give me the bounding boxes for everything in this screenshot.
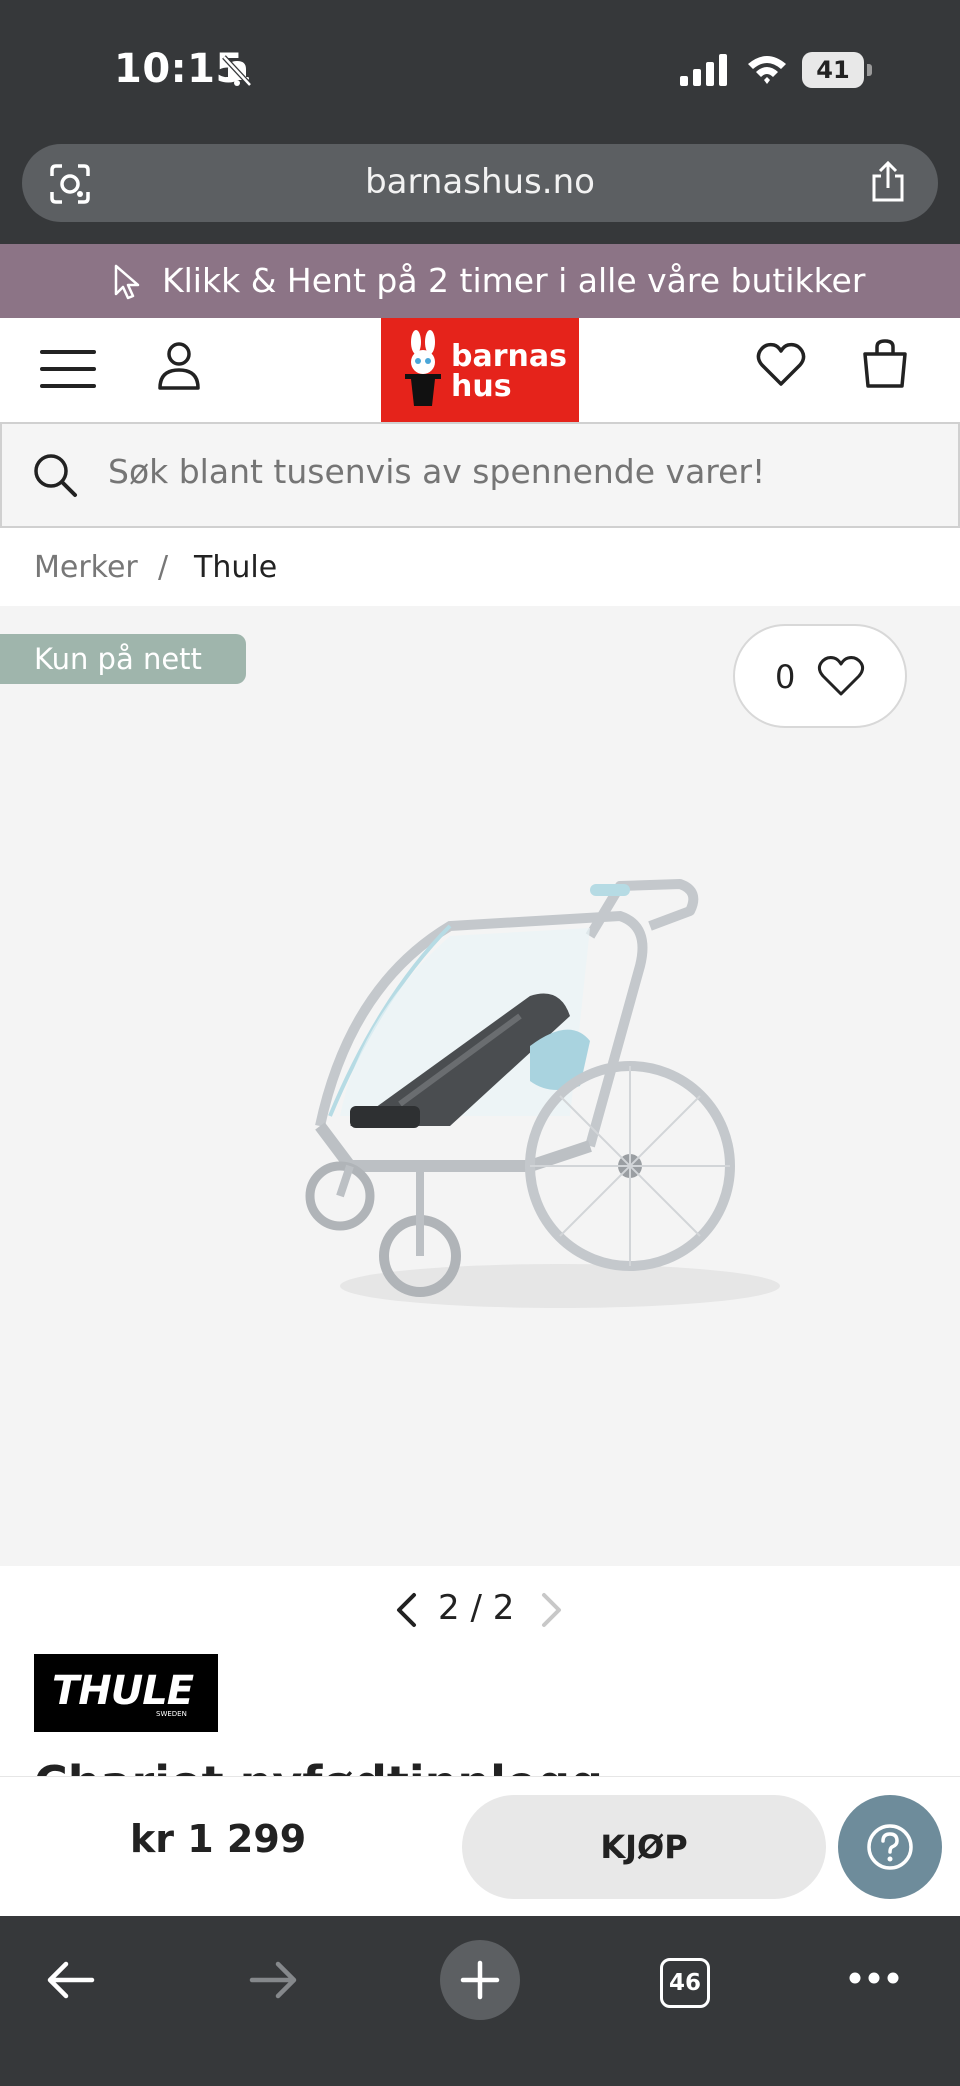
heart-icon: [817, 656, 865, 696]
cursor-icon: [114, 264, 140, 300]
online-only-badge: Kun på nett: [0, 634, 246, 684]
logo-text: barnas hus: [451, 339, 567, 404]
product-header: THULE SWEDEN Chariot nyfødtinnlegg: [0, 1654, 960, 1776]
share-icon[interactable]: [868, 160, 908, 204]
browser-chrome: 10:15 41 barnashus.no: [0, 0, 960, 244]
product-price: kr 1 299: [130, 1817, 307, 1861]
search-icon[interactable]: [32, 452, 78, 498]
shopping-bag-icon[interactable]: [862, 338, 908, 390]
breadcrumb-link-merker[interactable]: Merker: [34, 550, 138, 585]
brand-logo[interactable]: THULE SWEDEN: [34, 1654, 218, 1732]
back-arrow-icon[interactable]: [44, 1960, 96, 2000]
buy-bar: kr 1 299 KJØP: [0, 1776, 960, 1916]
bell-muted-icon: [222, 55, 252, 87]
breadcrumb-separator: /: [158, 550, 169, 585]
product-gallery[interactable]: Kun på nett 0: [0, 606, 960, 1566]
menu-icon[interactable]: [40, 348, 96, 390]
site-logo[interactable]: barnas hus: [381, 318, 579, 422]
image-pager: 2 / 2: [0, 1566, 960, 1654]
tabs-count-button[interactable]: 46: [660, 1958, 710, 2008]
product-title: Chariot nyfødtinnlegg: [34, 1756, 603, 1776]
chevron-left-icon[interactable]: [394, 1592, 418, 1628]
user-account-icon[interactable]: [156, 340, 202, 392]
favorite-button[interactable]: 0: [733, 624, 907, 728]
breadcrumb-current: Thule: [194, 550, 278, 585]
site-header: barnas hus: [0, 318, 960, 422]
promo-banner[interactable]: Klikk & Hent på 2 timer i alle våre buti…: [0, 244, 960, 318]
bunny-hat-icon: [405, 330, 441, 406]
browser-toolbar: 46: [0, 1916, 960, 2086]
wishlist-heart-icon[interactable]: [756, 340, 806, 390]
battery-indicator: 41: [802, 52, 872, 88]
product-image-chariot-infant-sling[interactable]: [290, 866, 810, 1336]
chevron-right-icon: [542, 1593, 561, 1627]
wifi-icon: [748, 56, 786, 84]
cellular-signal-icon: [680, 54, 727, 86]
promo-text: Klikk & Hent på 2 timer i alle våre buti…: [162, 261, 866, 300]
search-bar[interactable]: [0, 422, 960, 528]
breadcrumb: Merker / Thule: [0, 528, 960, 606]
new-tab-button[interactable]: [440, 1940, 520, 2020]
brand-logo-text: THULE: [52, 1668, 194, 1714]
question-icon: [867, 1824, 913, 1870]
plus-icon: [460, 1960, 500, 2000]
more-options-icon[interactable]: [848, 1970, 900, 1986]
search-input[interactable]: [108, 452, 928, 491]
pager-indicator: 2 / 2: [438, 1588, 515, 1628]
url-text[interactable]: barnashus.no: [22, 162, 938, 202]
forward-arrow-icon[interactable]: [248, 1960, 300, 2000]
help-button[interactable]: [838, 1795, 942, 1899]
brand-logo-sub: SWEDEN: [156, 1710, 187, 1718]
buy-button[interactable]: KJØP: [462, 1795, 826, 1899]
favorite-count: 0: [775, 658, 796, 696]
address-bar[interactable]: barnashus.no: [22, 144, 938, 222]
battery-level: 41: [802, 52, 864, 88]
